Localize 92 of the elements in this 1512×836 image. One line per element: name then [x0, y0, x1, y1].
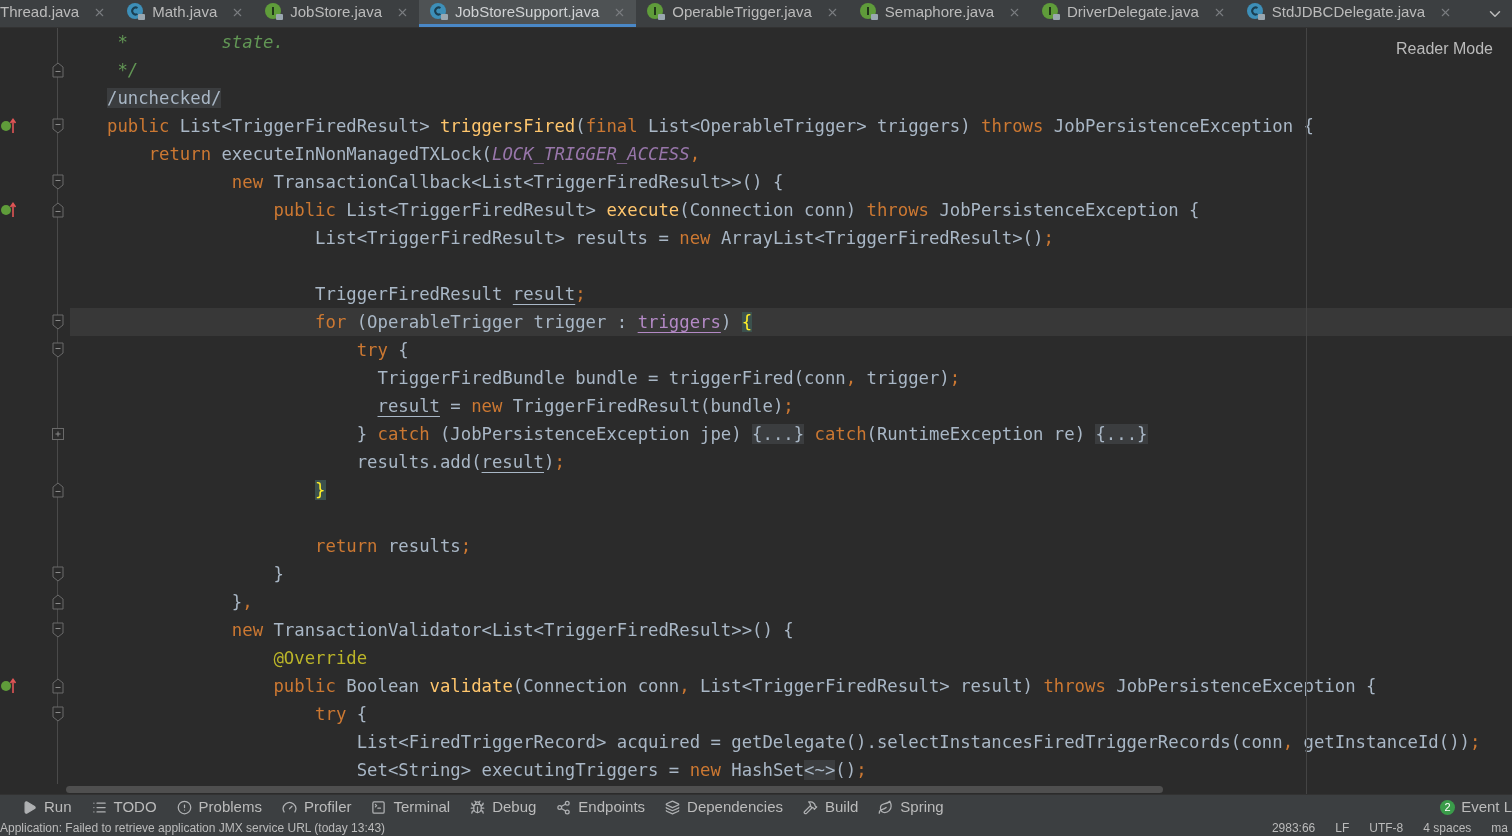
tool-window-button[interactable]: TODO	[87, 796, 161, 819]
tool-window-button[interactable]: Build	[799, 796, 863, 819]
class-file-icon	[429, 2, 449, 22]
code-line: return executeInNonManagedTXLock(LOCK_TRIGGER_ACCESS,	[147, 143, 701, 166]
editor-tab[interactable]: Thread.java	[0, 0, 117, 27]
status-item[interactable]: 4 spaces	[1423, 820, 1472, 836]
interface-file-icon	[646, 2, 667, 22]
editor-tab[interactable]: OperableTrigger.java	[636, 0, 849, 27]
nodes-icon	[556, 800, 572, 815]
code-line: @Override	[272, 647, 368, 670]
tab-label: DriverDelegate.java	[1067, 1, 1199, 22]
gauge-icon	[281, 800, 297, 815]
fold-end-icon[interactable]	[52, 202, 64, 218]
status-item[interactable]: ma	[1491, 820, 1508, 836]
editor-tab[interactable]: Math.java	[116, 0, 255, 27]
status-item[interactable]: UTF-8	[1369, 820, 1404, 836]
code-line: List<FiredTriggerRecord> acquired = getDelegate().selectInstancesFiredTriggerRecords(conn, getInstanceId());	[355, 731, 1481, 754]
expand-icon[interactable]	[52, 428, 64, 440]
status-item[interactable]: 2983:66	[1271, 820, 1316, 836]
tool-window-button[interactable]: Run	[18, 796, 76, 819]
code-line: },	[230, 591, 253, 614]
tab-label: JobStoreSupport.java	[455, 1, 600, 22]
fold-end-icon[interactable]	[52, 594, 64, 610]
fold-icon[interactable]	[52, 342, 64, 358]
play-icon	[22, 800, 37, 815]
tool-window-button[interactable]: Terminal	[367, 796, 455, 819]
tab-label: StdJDBCDelegate.java	[1271, 1, 1426, 22]
fold-icon[interactable]	[52, 706, 64, 722]
tab-label: Math.java	[152, 1, 218, 22]
code-line: for (OperableTrigger trigger : triggers) {	[314, 311, 753, 334]
count-badge: 2	[1440, 800, 1456, 815]
fold-end-icon[interactable]	[52, 678, 64, 694]
code-line: try {	[314, 703, 368, 726]
event-log-button[interactable]: 2 Event L	[1440, 796, 1512, 819]
leaf-icon	[878, 800, 894, 815]
fold-icon[interactable]	[52, 566, 64, 582]
tab-label: Semaphore.java	[884, 1, 995, 22]
code-line: try {	[355, 339, 409, 362]
event-log-label: Event L	[1461, 797, 1512, 818]
code-line: TriggerFiredResult result;	[314, 283, 586, 306]
editor-tab[interactable]: JobStore.java	[254, 0, 419, 27]
interface-file-icon	[858, 2, 879, 22]
code-line: result = new TriggerFiredResult(bundle);	[376, 395, 794, 418]
code-line: new TransactionValidator<List<TriggerFiredResult>>() {	[230, 619, 794, 642]
code-line: return results;	[314, 535, 472, 558]
implements-gutter-icon[interactable]	[1, 678, 17, 694]
hammer-icon	[803, 800, 818, 815]
terminal-icon	[371, 800, 387, 815]
editor-tab[interactable]: JobStoreSupport.java	[419, 0, 637, 27]
code-line: * state.	[116, 31, 284, 54]
fold-end-icon[interactable]	[52, 62, 64, 78]
implements-gutter-icon[interactable]	[1, 202, 17, 218]
tool-window-button[interactable]: Dependencies	[661, 796, 787, 819]
editor-tab[interactable]: DriverDelegate.java	[1031, 0, 1236, 27]
status-message: Application: Failed to retrieve application JMX service URL (today 13:43)	[0, 820, 387, 836]
tool-window-button[interactable]: Problems	[172, 796, 266, 819]
editor-tab[interactable]: Semaphore.java	[848, 0, 1032, 27]
alert-icon	[176, 800, 192, 815]
code-line: TriggerFiredBundle bundle = triggerFired(conn, trigger);	[376, 367, 961, 390]
code-line: results.add(result);	[355, 451, 565, 474]
tool-window-button[interactable]: Endpoints	[552, 796, 650, 819]
tool-window-button[interactable]: Spring	[874, 796, 948, 819]
fold-end-icon[interactable]	[52, 482, 64, 498]
tab-label: OperableTrigger.java	[672, 1, 812, 22]
status-item[interactable]: LF	[1335, 820, 1350, 836]
code-line: public List<TriggerFiredResult> execute(Connection conn) throws JobPersistenceException {	[272, 199, 1200, 222]
code-line: } catch (JobPersistenceException jpe) {...} catch(RuntimeException re) {...}	[355, 423, 1148, 446]
code-line: public List<TriggerFiredResult> triggersFired(final List<OperableTrigger> triggers) throws JobPersistenceException {	[107, 115, 1314, 138]
interface-file-icon	[1041, 2, 1062, 22]
tool-window-button[interactable]: Profiler	[277, 796, 356, 819]
code-line: }	[272, 563, 284, 586]
layers-icon	[665, 800, 681, 815]
code-line: List<TriggerFiredResult> results = new ArrayList<TriggerFiredResult>();	[314, 227, 1054, 250]
fold-icon[interactable]	[52, 174, 64, 190]
bug-icon	[470, 800, 486, 815]
code-line: new TransactionCallback<List<TriggerFiredResult>>() {	[230, 171, 784, 194]
code-line: */	[116, 59, 139, 82]
fold-icon[interactable]	[52, 118, 64, 134]
tool-window-button[interactable]: Debug	[466, 796, 541, 819]
fold-icon[interactable]	[52, 314, 64, 330]
class-file-icon	[1245, 2, 1266, 22]
code-line: public Boolean validate(Connection conn, List<TriggerFiredResult> result) throws JobPersistenceException {	[272, 675, 1377, 698]
tab-label: Thread.java	[0, 1, 80, 22]
class-file-icon	[126, 2, 147, 22]
list-icon	[91, 800, 107, 815]
fold-icon[interactable]	[52, 622, 64, 638]
horizontal-scrollbar[interactable]	[66, 786, 1163, 793]
implements-gutter-icon[interactable]	[1, 118, 17, 134]
editor-tab[interactable]: StdJDBCDelegate.java	[1235, 0, 1463, 27]
interface-file-icon	[264, 2, 285, 22]
code-line: Set<String> executingTriggers = new HashSet<~>();	[355, 759, 867, 782]
tab-label: JobStore.java	[290, 1, 382, 22]
